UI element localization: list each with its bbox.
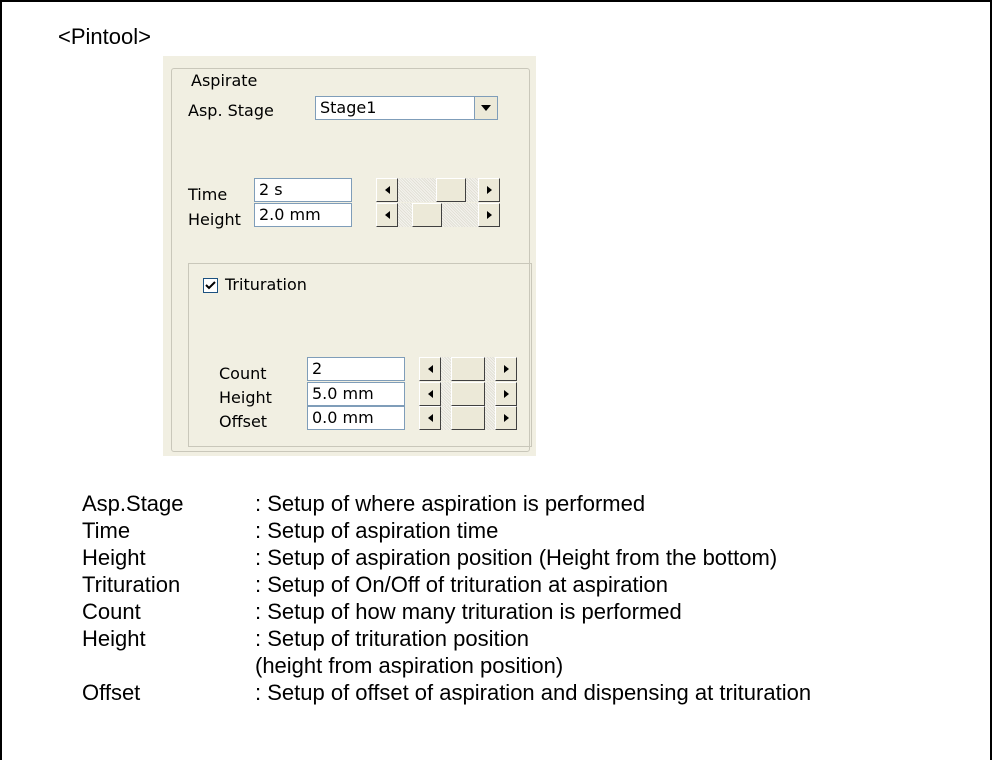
height-decrease-button[interactable] — [376, 203, 398, 227]
time-thumb[interactable] — [436, 178, 466, 202]
description-term: Height — [82, 626, 146, 651]
time-slider[interactable] — [376, 178, 500, 202]
time-track[interactable] — [398, 178, 478, 202]
count-thumb[interactable] — [451, 357, 485, 381]
description-row: Height : Setup of aspiration position (H… — [82, 544, 811, 571]
section-heading: <Pintool> — [58, 24, 151, 49]
height-thumb[interactable] — [412, 203, 442, 227]
height-input[interactable]: 2.0 mm — [254, 203, 352, 227]
time-input[interactable]: 2 s — [254, 178, 352, 202]
height-slider[interactable] — [376, 203, 500, 227]
time-increase-button[interactable] — [478, 178, 500, 202]
description-row: Asp.Stage : Setup of where aspiration is… — [82, 490, 811, 517]
height-track[interactable] — [398, 203, 478, 227]
trituration-height-increase-button[interactable] — [495, 382, 517, 406]
count-increase-button[interactable] — [495, 357, 517, 381]
aspirate-group: Aspirate Asp. Stage Stage1 Time 2 s Heig… — [171, 68, 532, 452]
description-term: Offset — [82, 680, 141, 705]
description-row: (height from aspiration position) — [82, 652, 811, 679]
height-label: Height — [188, 210, 241, 229]
count-slider[interactable] — [419, 357, 517, 381]
offset-decrease-button[interactable] — [419, 406, 441, 430]
time-label: Time — [188, 185, 228, 204]
arrow-left-icon — [427, 390, 433, 398]
chevron-down-icon — [481, 105, 491, 111]
checkmark-icon — [205, 281, 216, 290]
time-decrease-button[interactable] — [376, 178, 398, 202]
description-text: : Setup of where aspiration is performed — [255, 491, 646, 516]
count-decrease-button[interactable] — [419, 357, 441, 381]
offset-track[interactable] — [441, 406, 495, 430]
asp-stage-label: Asp. Stage — [188, 101, 274, 120]
trituration-height-slider[interactable] — [419, 382, 517, 406]
description-list: Asp.Stage : Setup of where aspiration is… — [82, 490, 811, 706]
offset-thumb[interactable] — [451, 406, 485, 430]
arrow-left-icon — [384, 211, 390, 219]
count-label: Count — [219, 364, 267, 383]
arrow-right-icon — [486, 211, 492, 219]
offset-increase-button[interactable] — [495, 406, 517, 430]
description-text: : Setup of aspiration position (Height f… — [255, 545, 778, 570]
description-term: Trituration — [82, 572, 181, 597]
aspirate-panel: Aspirate Asp. Stage Stage1 Time 2 s Heig… — [163, 56, 536, 456]
count-input[interactable]: 2 — [307, 357, 405, 381]
description-term: Height — [82, 545, 146, 570]
asp-stage-dropdown-button[interactable] — [474, 96, 498, 120]
trituration-height-input[interactable]: 5.0 mm — [307, 382, 405, 406]
asp-stage-select[interactable]: Stage1 — [315, 96, 498, 120]
trituration-height-label: Height — [219, 388, 272, 407]
arrow-left-icon — [427, 365, 433, 373]
description-row: Height : Setup of trituration position — [82, 625, 811, 652]
description-term — [82, 652, 255, 679]
offset-input[interactable]: 0.0 mm — [307, 406, 405, 430]
description-text: : Setup of how many trituration is perfo… — [255, 599, 682, 624]
trituration-label: Trituration — [225, 275, 307, 294]
trituration-height-decrease-button[interactable] — [419, 382, 441, 406]
arrow-left-icon — [427, 414, 433, 422]
description-text: : Setup of On/Off of trituration at aspi… — [255, 572, 668, 597]
offset-slider[interactable] — [419, 406, 517, 430]
arrow-right-icon — [503, 390, 509, 398]
offset-label: Offset — [219, 412, 268, 431]
description-row: Time : Setup of aspiration time — [82, 517, 811, 544]
description-term: Count — [82, 599, 141, 624]
description-text: (height from aspiration position) — [255, 653, 564, 678]
description-text: : Setup of offset of aspiration and disp… — [255, 680, 812, 705]
description-row: Count : Setup of how many trituration is… — [82, 598, 811, 625]
description-row: Trituration : Setup of On/Off of tritura… — [82, 571, 811, 598]
description-text: : Setup of aspiration time — [255, 518, 499, 543]
trituration-height-thumb[interactable] — [451, 382, 485, 406]
arrow-left-icon — [384, 186, 390, 194]
description-term: Time — [82, 518, 131, 543]
aspirate-group-title: Aspirate — [188, 71, 261, 90]
trituration-group: Trituration Count 2 Height 5.0 mm Offset… — [188, 263, 532, 447]
height-increase-button[interactable] — [478, 203, 500, 227]
arrow-right-icon — [503, 365, 509, 373]
count-track[interactable] — [441, 357, 495, 381]
description-term: Asp.Stage — [82, 491, 184, 516]
description-text: : Setup of trituration position — [255, 626, 529, 651]
trituration-height-track[interactable] — [441, 382, 495, 406]
arrow-right-icon — [503, 414, 509, 422]
description-row: Offset : Setup of offset of aspiration a… — [82, 679, 811, 706]
arrow-right-icon — [486, 186, 492, 194]
trituration-checkbox[interactable] — [203, 278, 218, 293]
